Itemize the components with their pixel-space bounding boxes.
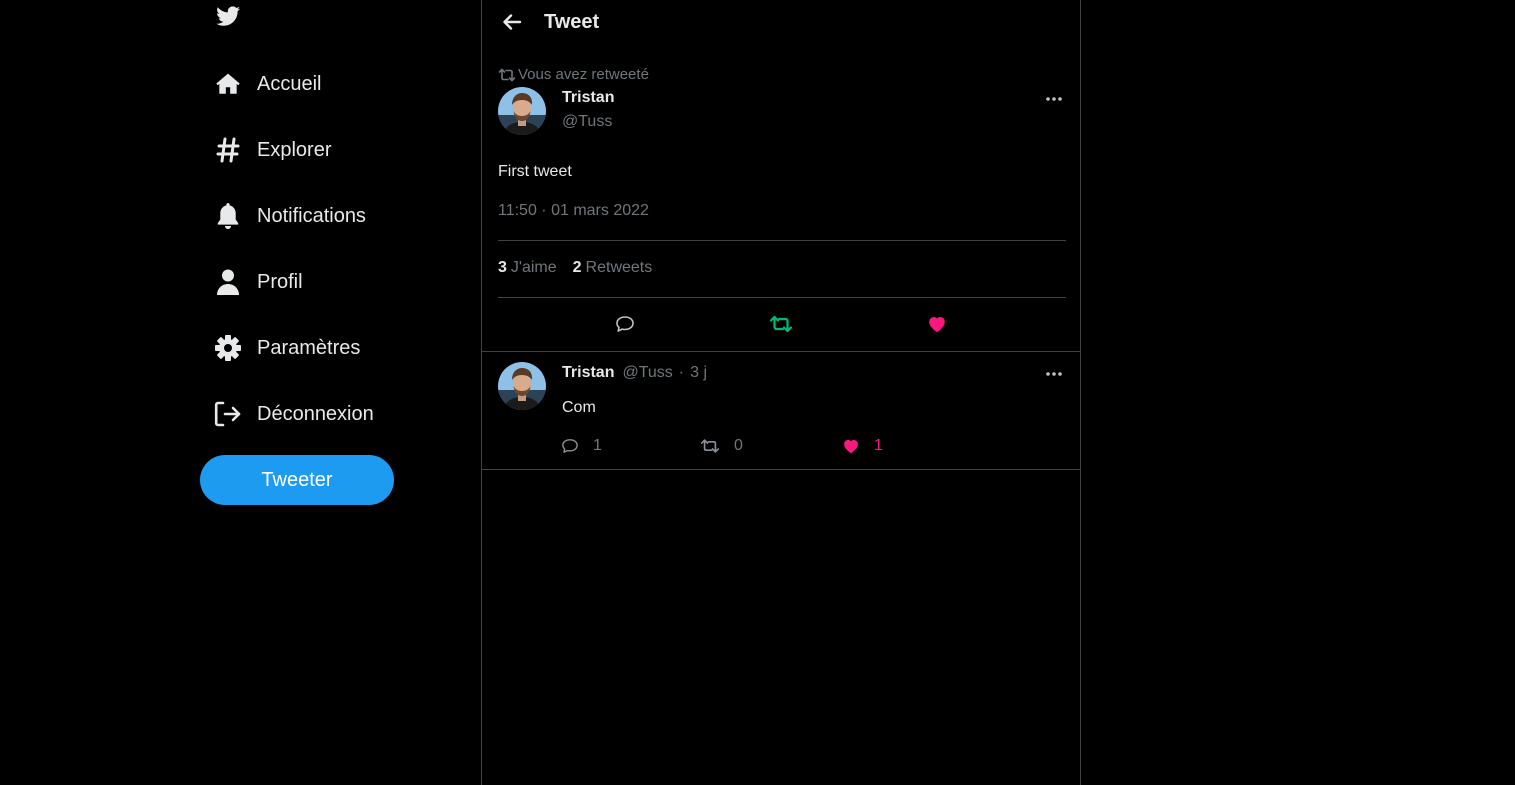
- logout-icon: [214, 400, 242, 428]
- reply-author-handle[interactable]: @Tuss: [622, 364, 672, 382]
- user-icon: [214, 268, 242, 296]
- divider: [498, 240, 1066, 241]
- retweet-notice: Vous avez retweeté: [498, 66, 649, 83]
- hashtag-icon: [214, 136, 242, 164]
- sidebar-item-label: Profil: [257, 270, 303, 293]
- sidebar-item-label: Accueil: [257, 72, 322, 95]
- reply-more-options-icon[interactable]: [1044, 368, 1064, 380]
- reply-text: Com: [562, 399, 596, 416]
- sidebar-item-label: Notifications: [257, 204, 366, 227]
- sidebar-item-profil[interactable]: Profil: [214, 262, 303, 302]
- comment-icon[interactable]: [615, 315, 635, 333]
- reply-retweet-count: 0: [734, 437, 743, 454]
- tweet-timestamp: 11:50 · 01 mars 2022: [498, 202, 649, 219]
- sidebar-item-accueil[interactable]: Accueil: [214, 64, 321, 104]
- sidebar-item-label: Paramètres: [257, 336, 361, 359]
- more-options-icon[interactable]: [1044, 93, 1064, 105]
- sidebar-item-parametres[interactable]: Paramètres: [214, 328, 360, 368]
- like-heart-icon[interactable]: [927, 315, 947, 333]
- sidebar: Accueil Explorer Notifications Profil Pa…: [0, 0, 481, 785]
- tweet-stats: 3 J'aime 2 Retweets: [498, 259, 668, 277]
- tweet-compose-button[interactable]: Tweeter: [200, 455, 394, 505]
- sidebar-item-notifications[interactable]: Notifications: [214, 196, 366, 236]
- page-title: Tweet: [544, 11, 600, 33]
- sidebar-item-deconnexion[interactable]: Déconnexion: [214, 394, 374, 434]
- reply-author-name[interactable]: Tristan: [562, 364, 614, 382]
- main-column: Tweet Vous avez retweeté Tristan @Tuss F…: [481, 0, 1081, 785]
- home-icon: [214, 70, 242, 98]
- sidebar-item-explorer[interactable]: Explorer: [214, 130, 331, 170]
- likes-stat[interactable]: 3 J'aime: [498, 259, 557, 277]
- reply-comment-action[interactable]: 1: [561, 437, 602, 455]
- retweets-count: 2: [572, 259, 582, 276]
- comment-icon: [561, 438, 593, 454]
- page-header: Tweet: [482, 0, 1080, 46]
- avatar[interactable]: [498, 87, 546, 135]
- retweet-icon[interactable]: [769, 315, 793, 333]
- reply-like-count: 1: [874, 437, 883, 454]
- tweet-text: First tweet: [498, 163, 572, 180]
- reply-retweet-action[interactable]: 0: [700, 437, 743, 455]
- retweets-stat[interactable]: 2 Retweets: [573, 259, 653, 277]
- reply-comment-count: 1: [593, 437, 602, 454]
- retweets-label: Retweets: [585, 259, 653, 276]
- divider: [482, 351, 1080, 352]
- reply-like-action[interactable]: 1: [842, 437, 883, 455]
- likes-label: J'aime: [510, 259, 557, 276]
- bell-icon: [214, 202, 242, 230]
- sidebar-item-label: Explorer: [257, 138, 332, 161]
- back-arrow-icon[interactable]: [502, 12, 522, 32]
- likes-count: 3: [498, 259, 507, 276]
- retweet-icon: [700, 438, 734, 454]
- retweet-notice-text: Vous avez retweeté: [518, 66, 649, 83]
- tweet-author-handle[interactable]: @Tuss: [562, 113, 612, 131]
- reply-header: Tristan @Tuss · 3 j: [562, 364, 707, 382]
- retweet-small-icon: [498, 68, 518, 82]
- like-heart-icon: [842, 438, 874, 454]
- reply-age: 3 j: [690, 364, 708, 381]
- reply-avatar[interactable]: [498, 362, 546, 410]
- gear-icon: [214, 334, 242, 362]
- tweet-author-name[interactable]: Tristan: [562, 89, 614, 107]
- divider: [498, 297, 1066, 298]
- twitter-bird-icon[interactable]: [215, 4, 242, 28]
- sidebar-item-label: Déconnexion: [257, 402, 374, 425]
- reply-separator: ·: [678, 364, 685, 381]
- divider: [482, 469, 1080, 470]
